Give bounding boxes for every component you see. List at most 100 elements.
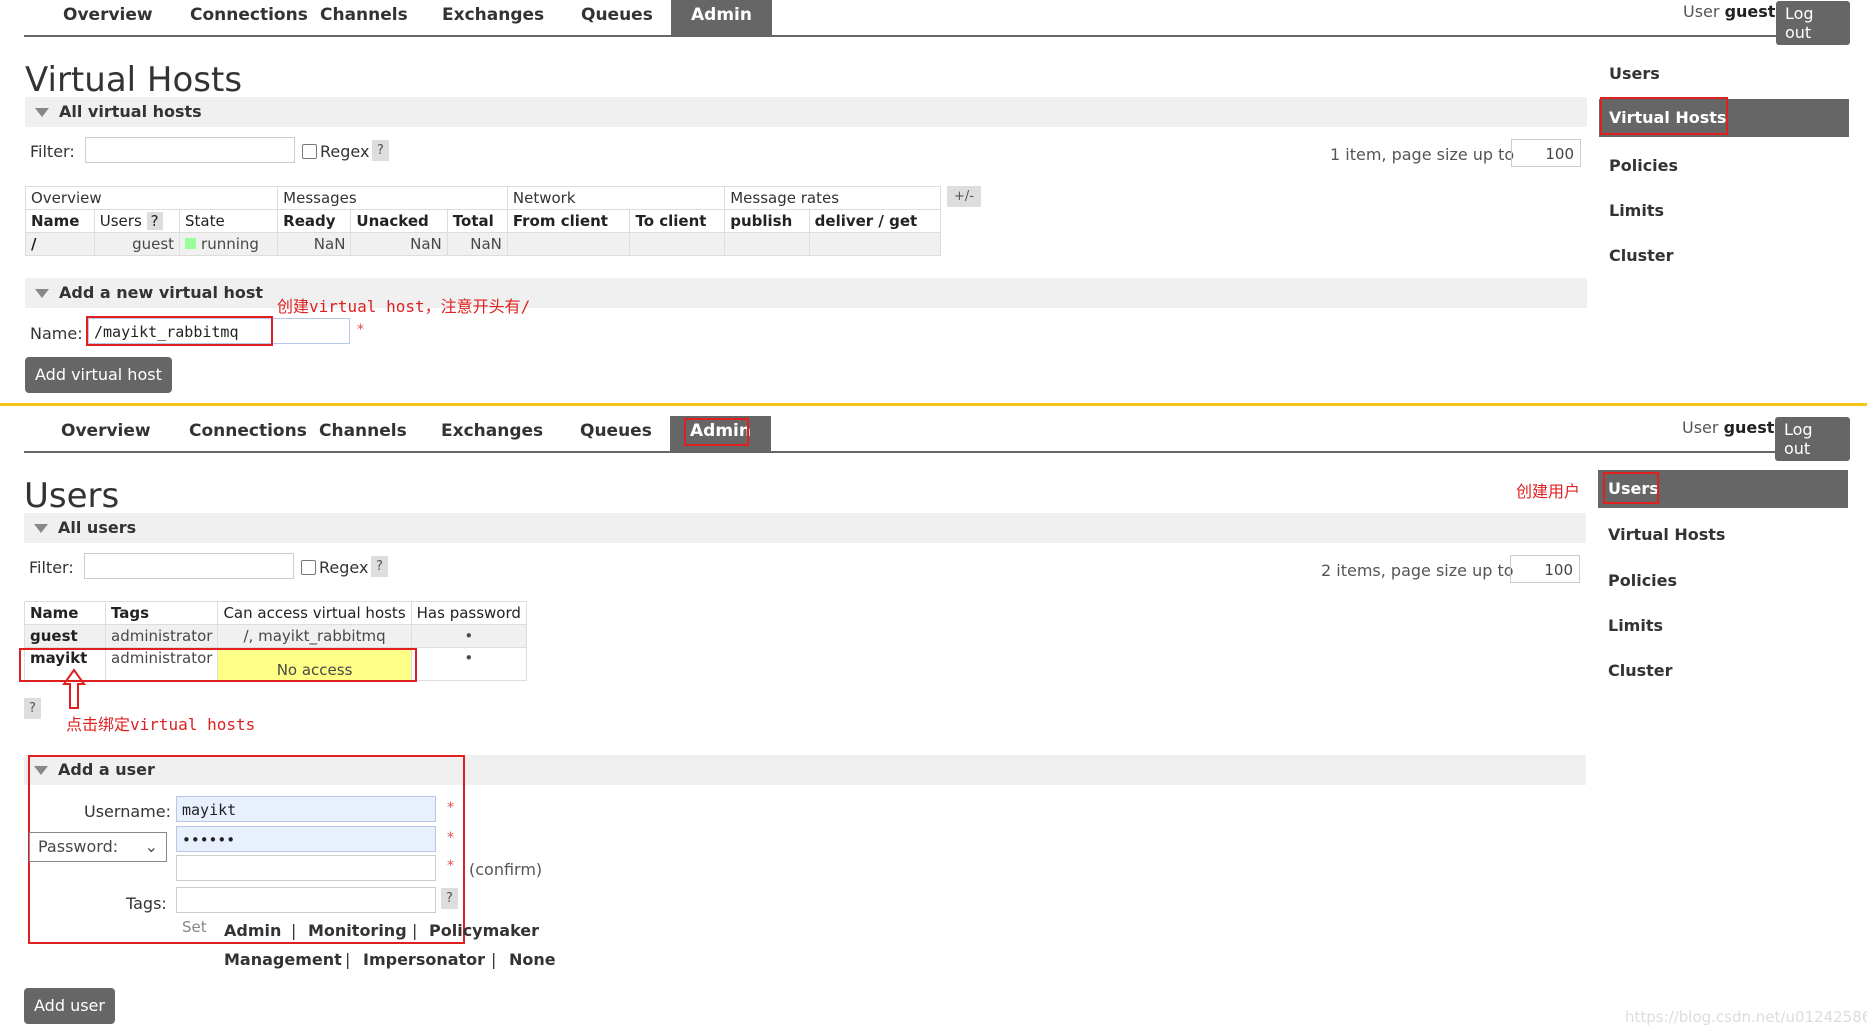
col-group-overview: Overview [24,186,279,210]
col-publish[interactable]: publish [724,209,810,233]
col-from-client[interactable]: From client [506,209,631,233]
user-tags: administrator [104,624,219,648]
tags-label: Tags: [126,894,167,913]
section-all-vhosts[interactable]: All virtual hosts [25,97,1587,127]
tag-link-none[interactable]: None [509,950,556,969]
nav-bar-bottom: Overview Connections Channels Exchanges … [24,416,1850,461]
vhost-ready: NaN [277,232,352,256]
annotation-create-user: 创建用户 [1516,482,1581,501]
page-size-input[interactable]: 100 [1511,139,1581,167]
col-to-client[interactable]: To client [629,209,726,233]
tab-exchanges[interactable]: Exchanges [423,416,561,451]
username-input[interactable]: mayikt [176,796,436,822]
tag-link-admin[interactable]: Admin [224,921,281,940]
col-total[interactable]: Total [446,209,508,233]
filter-label: Filter: [29,558,74,577]
regex-help-icon[interactable]: ? [372,140,389,161]
paging-text: 2 items, page size up to [1321,561,1514,580]
page-size-input[interactable]: 100 [1510,555,1580,583]
col-vhosts[interactable]: Can access virtual hosts [217,601,412,625]
add-vhost-button[interactable]: Add virtual host [25,357,172,393]
vhost-state-label: running [201,235,259,253]
table-row[interactable]: / guest running NaN NaN NaN [25,232,942,256]
section-all-users-label: All users [58,518,137,537]
col-tags[interactable]: Tags [104,601,219,625]
logout-button[interactable]: Log out [1775,417,1850,461]
filter-input[interactable] [85,137,295,163]
table-row[interactable]: guest administrator /, mayikt_rabbitmq • [24,624,527,648]
required-marker: * [447,830,454,846]
col-deliver-get[interactable]: deliver / get [808,209,942,233]
user-label: User [1683,2,1720,21]
col-has-password[interactable]: Has password [410,601,527,625]
sidebar-item-cluster[interactable]: Cluster [1608,661,1673,680]
sidebar-item-limits[interactable]: Limits [1608,616,1663,635]
watermark-text: https://blog.csdn.net/u012425860 [1625,1008,1867,1026]
password-type-select[interactable]: Password: ⌄ [29,832,167,862]
col-unacked[interactable]: Unacked [350,209,448,233]
vhost-unacked: NaN [350,232,448,256]
sidebar-item-policies[interactable]: Policies [1609,156,1678,175]
collapse-triangle-icon [34,524,48,533]
vhost-deliver-get [808,232,942,256]
table-help-icon[interactable]: ? [24,698,41,719]
annotation-create-vhost: 创建virtual host，注意开头有/ [277,297,531,316]
filter-input[interactable] [84,553,294,579]
filter-label: Filter: [30,142,75,161]
sidebar-item-virtual-hosts[interactable]: Virtual Hosts [1608,525,1725,544]
tab-overview[interactable]: Overview [45,0,171,35]
col-users-label: Users [99,212,142,230]
col-users[interactable]: Users ? [93,209,181,233]
regex-help-icon[interactable]: ? [371,556,388,577]
col-ready[interactable]: Ready [277,209,352,233]
collapse-triangle-icon [35,289,49,298]
screenshot-divider [0,403,1867,406]
tab-admin[interactable]: Admin [671,0,772,35]
user-has-password: • [410,647,527,681]
sidebar-item-cluster[interactable]: Cluster [1609,246,1674,265]
regex-label: Regex [319,558,369,577]
tags-help-icon[interactable]: ? [441,888,458,909]
user-name-link[interactable]: guest [24,624,106,648]
add-user-button[interactable]: Add user [24,988,115,1024]
col-state[interactable]: State [179,209,279,233]
password-input[interactable]: •••••• [176,826,436,852]
tab-channels[interactable]: Channels [302,0,426,35]
section-add-vhost[interactable]: Add a new virtual host [25,278,1587,308]
section-add-vhost-label: Add a new virtual host [59,283,264,302]
page-title-vhosts: Virtual Hosts [25,60,243,100]
password-confirm-input[interactable] [176,855,436,881]
sidebar-item-policies[interactable]: Policies [1608,571,1677,590]
tab-queues[interactable]: Queues [563,0,671,35]
tag-link-management[interactable]: Management [224,950,342,969]
required-marker: * [447,800,454,816]
tab-channels[interactable]: Channels [301,416,425,451]
col-name[interactable]: Name [25,209,95,233]
tag-link-policymaker[interactable]: Policymaker [429,921,539,940]
vhost-publish [724,232,810,256]
confirm-label: (confirm) [469,860,543,879]
running-status-icon [185,238,197,249]
section-all-users[interactable]: All users [24,513,1586,543]
sidebar-item-users[interactable]: Users [1609,64,1660,83]
tab-exchanges[interactable]: Exchanges [424,0,562,35]
user-name: guest [1723,418,1775,437]
user-info: User guest [1682,418,1774,437]
users-help-icon[interactable]: ? [146,212,163,230]
columns-toggle-button[interactable]: +/- [947,186,981,207]
regex-checkbox[interactable] [301,560,316,575]
logout-button[interactable]: Log out [1776,1,1850,45]
tag-link-monitoring[interactable]: Monitoring [308,921,407,940]
chevron-down-icon: ⌄ [144,837,158,856]
tab-overview[interactable]: Overview [43,416,169,451]
sidebar-item-limits[interactable]: Limits [1609,201,1664,220]
tags-input[interactable] [176,887,436,913]
tag-link-impersonator[interactable]: Impersonator [363,950,485,969]
vhost-name-link[interactable]: / [25,232,95,256]
col-name[interactable]: Name [24,601,106,625]
regex-checkbox[interactable] [302,144,317,159]
tab-queues[interactable]: Queues [562,416,670,451]
tag-separator: | [412,921,418,940]
paging-text: 1 item, page size up to [1330,145,1515,164]
user-name: guest [1724,2,1776,21]
